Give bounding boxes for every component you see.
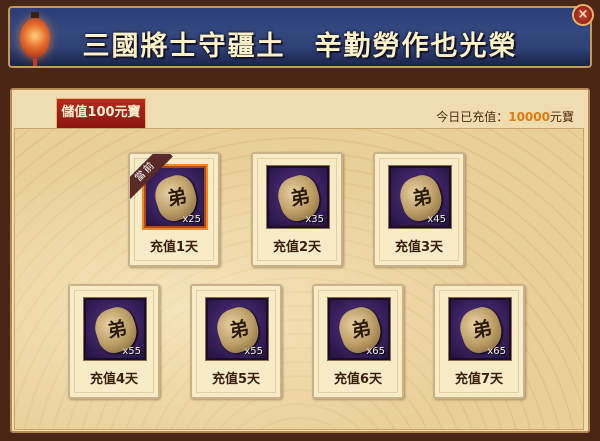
item-quantity: x55 bbox=[122, 346, 141, 357]
item-quantity: x25 bbox=[182, 214, 201, 225]
reward-card-day-7[interactable]: 弟 x65 充值7天 bbox=[433, 284, 525, 399]
item-quantity: x65 bbox=[487, 346, 506, 357]
today-recharge-unit: 元寶 bbox=[549, 110, 574, 124]
reward-card-day-5[interactable]: 弟 x55 充值5天 bbox=[190, 284, 282, 399]
banner-title: 三國將士守疆土 辛勤勞作也光榮 bbox=[82, 31, 518, 62]
reward-day-label: 充值1天 bbox=[149, 240, 199, 255]
reward-item-slot[interactable]: 弟 x35 bbox=[266, 165, 330, 229]
reward-card-day-6[interactable]: 弟 x65 充值6天 bbox=[312, 284, 404, 399]
item-quantity: x35 bbox=[305, 214, 324, 225]
reward-day-label: 充值5天 bbox=[211, 372, 261, 387]
reward-day-label: 充值3天 bbox=[394, 240, 444, 255]
reward-item-slot[interactable]: 弟 x65 bbox=[327, 297, 391, 361]
item-quantity: x55 bbox=[244, 346, 263, 357]
reward-day-label: 充值7天 bbox=[454, 372, 504, 387]
tab-recharge-100[interactable]: 儲值100元寶 bbox=[56, 98, 146, 128]
item-quantity: x45 bbox=[427, 214, 446, 225]
reward-card-day-2[interactable]: 弟 x35 充值2天 bbox=[251, 152, 343, 267]
today-recharge-label: 今日已充值： bbox=[436, 110, 509, 124]
reward-day-label: 充值6天 bbox=[333, 372, 383, 387]
today-recharge-status: 今日已充值：10000元寶 bbox=[436, 108, 574, 125]
reward-card-day-3[interactable]: 弟 x45 充值3天 bbox=[373, 152, 465, 267]
reward-item-slot[interactable]: 弟 x55 bbox=[205, 297, 269, 361]
today-recharge-amount: 10000 bbox=[508, 110, 550, 124]
reward-item-slot[interactable]: 弟 x65 bbox=[448, 297, 512, 361]
reward-item-slot[interactable]: 弟 x55 bbox=[83, 297, 147, 361]
reward-day-label: 充值4天 bbox=[89, 372, 139, 387]
reward-card-day-4[interactable]: 弟 x55 充值4天 bbox=[68, 284, 160, 399]
reward-day-label: 充值2天 bbox=[272, 240, 322, 255]
current-ribbon: 當前 bbox=[130, 154, 176, 200]
item-quantity: x65 bbox=[366, 346, 385, 357]
reward-card-day-1[interactable]: 當前 弟 x25 充值1天 bbox=[128, 152, 220, 267]
close-button[interactable]: × bbox=[572, 4, 594, 26]
event-banner: 三國將士守疆土 辛勤勞作也光榮 bbox=[8, 6, 592, 68]
window-frame: 三國將士守疆土 辛勤勞作也光榮 × 儲值100元寶 今日已充值：10000元寶 … bbox=[0, 0, 600, 441]
reward-item-slot[interactable]: 弟 x45 bbox=[388, 165, 452, 229]
